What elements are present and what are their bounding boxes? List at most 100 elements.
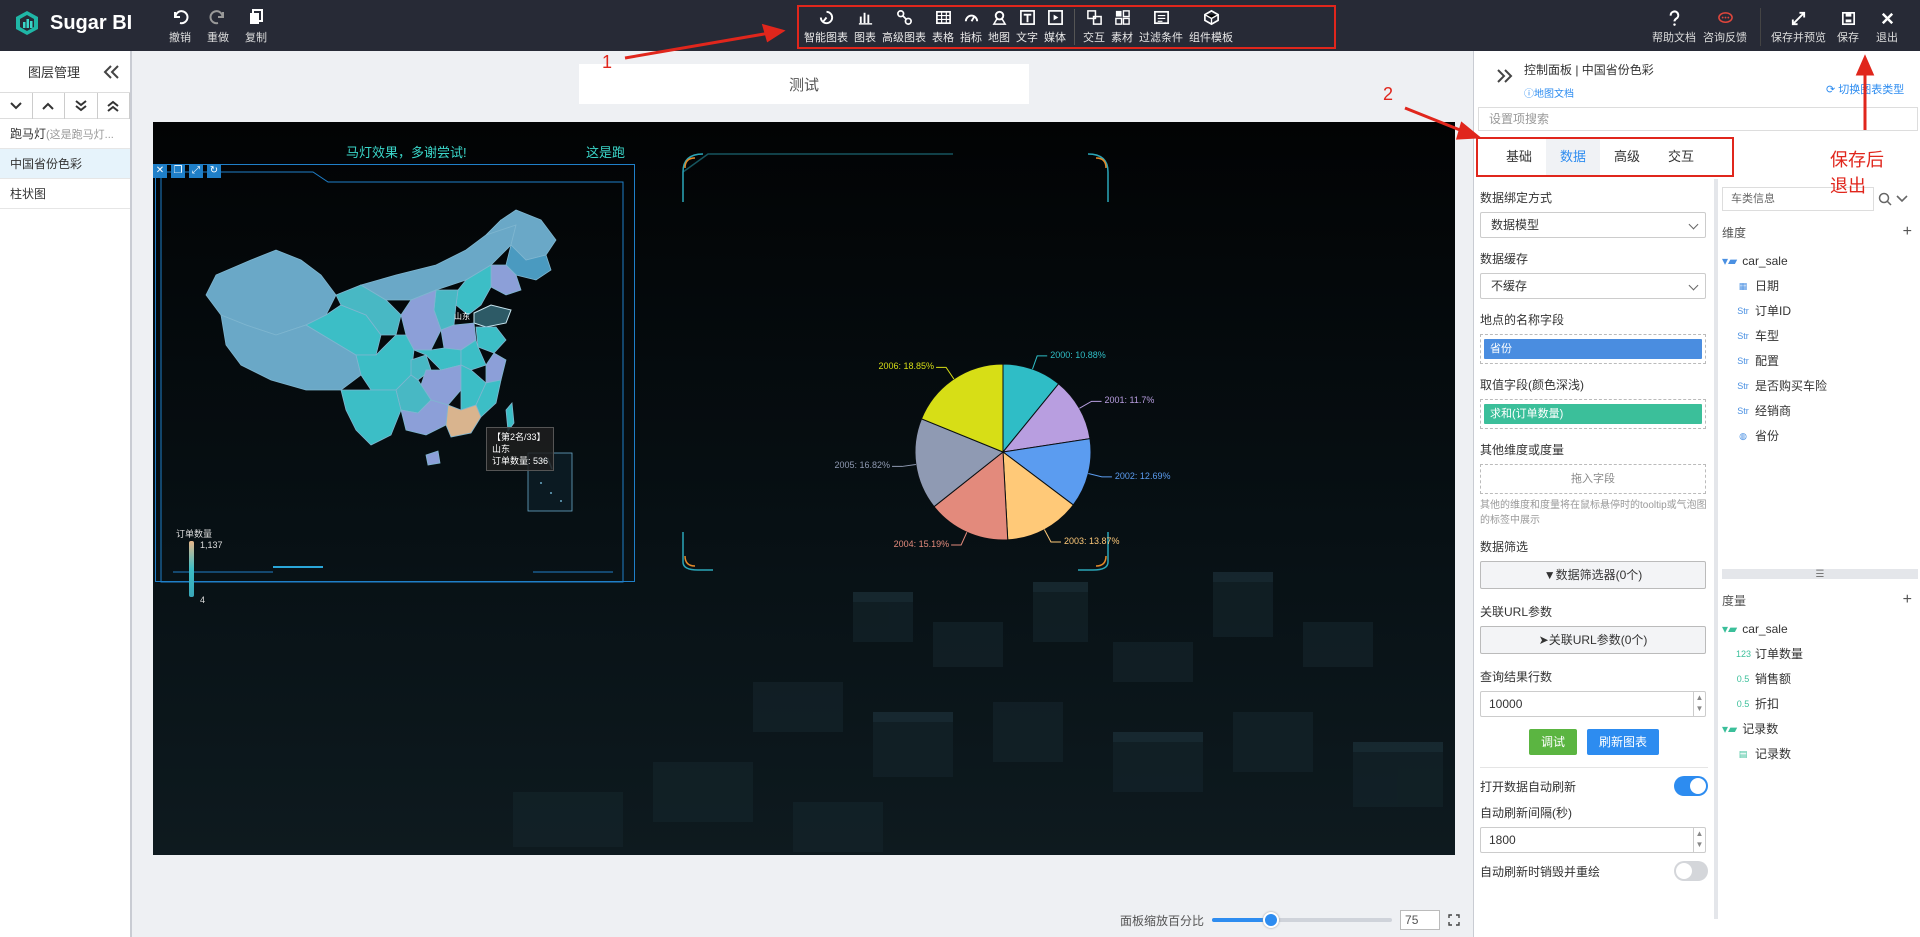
tab-data[interactable]: 数据 (1546, 139, 1601, 175)
measure-table[interactable]: ▾▰ car_sale (1722, 617, 1918, 642)
fullscreen-icon[interactable] (1448, 914, 1460, 926)
measure-item[interactable]: 0.5 折扣 (1722, 692, 1918, 717)
move-top-button[interactable] (98, 93, 130, 119)
save-and-preview-button[interactable]: 保存并预览 (1771, 10, 1826, 45)
widget-close-icon[interactable]: ✕ (153, 164, 167, 178)
layer-item-china-map[interactable]: 中国省份色彩 (0, 149, 130, 179)
annotation-1: 1 (602, 52, 613, 72)
tool-filter[interactable]: 过滤条件 (1139, 9, 1183, 45)
copy-button[interactable]: 复制 (236, 8, 276, 45)
dimension-item[interactable]: Str 订单ID (1722, 299, 1918, 324)
zoom-slider[interactable] (1212, 912, 1393, 928)
dimension-item[interactable]: Str 经销商 (1722, 399, 1918, 424)
save-button[interactable]: 保存 (1837, 10, 1859, 45)
tool-text[interactable]: 文字 (1016, 9, 1038, 45)
move-up-button[interactable] (33, 93, 65, 119)
exit-button[interactable]: 退出 (1876, 10, 1898, 45)
dimension-item[interactable]: ◍ 省份 (1722, 424, 1918, 449)
search-icon[interactable] (1878, 192, 1892, 206)
widget-tools: ✕ ❐ ⤢ ↻ (153, 164, 221, 178)
dimension-section: 维度 + (1722, 223, 1912, 241)
tool-smart-chart[interactable]: 智能图表 (804, 9, 848, 45)
layer-order-buttons (0, 93, 130, 119)
add-measure-icon[interactable]: + (1903, 591, 1912, 609)
location-field-chip[interactable]: 省份 (1484, 339, 1702, 359)
tool-template[interactable]: 组件模板 (1189, 9, 1233, 45)
tool-media[interactable]: 媒体 (1044, 9, 1066, 45)
url-param-label: 关联URL参数 (1480, 605, 1553, 619)
send-icon: ➤ (1538, 633, 1549, 647)
dashboard-canvas[interactable]: 马灯效果，多谢尝试! 这是跑 山东 【第2名/33】 山东 订单数量: 536 … (153, 122, 1455, 855)
layer-item-marquee[interactable]: 跑马灯(这是跑马灯... (0, 119, 130, 149)
add-dimension-icon[interactable]: + (1903, 223, 1912, 241)
china-map-widget[interactable]: 山东 【第2名/33】 山东 订单数量: 536 订单数量 1,137 4 (155, 164, 635, 605)
tool-material[interactable]: 素材 (1111, 9, 1133, 45)
value-dropzone[interactable]: 求和(订单数量) (1480, 399, 1706, 429)
rerender-toggle[interactable] (1674, 861, 1708, 881)
binding-select[interactable]: 数据模型 (1480, 212, 1706, 238)
help-docs-button[interactable]: 帮助文档 (1652, 10, 1696, 45)
zoom-slider-handle[interactable] (1263, 912, 1280, 928)
rows-input[interactable]: 10000 ▲ ▼ (1480, 691, 1706, 717)
debug-button[interactable]: 调试 (1528, 729, 1577, 755)
dimension-item[interactable]: Str 车型 (1722, 324, 1918, 349)
tool-map[interactable]: 地图 (988, 9, 1010, 45)
redo-button[interactable]: 重做 (198, 8, 238, 45)
interval-stepper[interactable]: ▲ ▼ (1693, 828, 1705, 852)
collapse-panel-icon[interactable] (102, 64, 120, 79)
collapse-right-icon[interactable] (1496, 69, 1514, 83)
count-group[interactable]: ▾▰ 记录数 (1722, 717, 1918, 742)
legend-gradient-bar[interactable] (189, 541, 194, 597)
marquee-text-1: 马灯效果，多谢尝试! (346, 145, 467, 160)
measure-item[interactable]: 123 订单数量 (1722, 642, 1918, 667)
auto-refresh-toggle[interactable] (1674, 776, 1708, 796)
url-param-button[interactable]: ➤关联URL参数(0个) (1480, 626, 1706, 654)
value-field-chip[interactable]: 求和(订单数量) (1484, 404, 1702, 424)
tab-advanced[interactable]: 高级 (1600, 139, 1654, 175)
dashboard-title[interactable]: 测试 (579, 64, 1029, 104)
rows-stepper[interactable]: ▲ ▼ (1693, 692, 1705, 716)
tool-advanced-chart[interactable]: 高级图表 (882, 9, 926, 45)
dimension-item[interactable]: Str 是否购买车险 (1722, 374, 1918, 399)
redo-icon (209, 10, 224, 25)
zoom-input[interactable]: 75 (1400, 910, 1441, 930)
tool-chart[interactable]: 图表 (854, 9, 876, 45)
map-doc-link[interactable]: ⓘ地图文档 (1524, 85, 1574, 100)
undo-button[interactable]: 撤销 (160, 8, 200, 45)
tool-table[interactable]: 表格 (932, 9, 954, 45)
tab-basic[interactable]: 基础 (1492, 139, 1546, 175)
annotation-save-exit-1: 保存后 (1830, 150, 1884, 170)
count-item[interactable]: ▤ 记录数 (1722, 742, 1918, 767)
decimal-type-icon: 0.5 (1736, 699, 1750, 709)
settings-search-input[interactable]: 设置项搜索 (1478, 107, 1918, 131)
layer-item-bar-chart[interactable]: 柱状图 (0, 179, 130, 209)
widget-refresh-icon[interactable]: ↻ (207, 164, 221, 178)
cache-select[interactable]: 不缓存 (1480, 273, 1706, 299)
move-bottom-button[interactable] (65, 93, 98, 119)
app-logo[interactable]: Sugar BI (14, 10, 132, 36)
widget-copy-icon[interactable]: ❐ (171, 164, 185, 178)
tool-indicator[interactable]: 指标 (960, 9, 982, 45)
tab-interaction[interactable]: 交互 (1654, 139, 1708, 175)
field-list-splitter[interactable]: ☰ (1722, 569, 1918, 580)
control-panel-title: 控制面板 | 中国省份色彩 (1524, 63, 1654, 77)
feedback-button[interactable]: 咨询反馈 (1703, 10, 1747, 45)
action-buttons: 调试 刷新图表 (1480, 729, 1708, 755)
panel-splitter[interactable] (1714, 179, 1718, 919)
dimension-table[interactable]: ▾▰ car_sale (1722, 249, 1918, 274)
move-down-button[interactable] (0, 93, 33, 119)
measure-item[interactable]: 0.5 销售额 (1722, 667, 1918, 692)
dimension-item[interactable]: ▦ 日期 (1722, 274, 1918, 299)
interval-input[interactable]: 1800 ▲ ▼ (1480, 827, 1706, 853)
chevron-down-icon (10, 102, 22, 110)
switch-chart-type-link[interactable]: ⟳ 切换图表类型 (1826, 81, 1904, 97)
widget-fullscreen-icon[interactable]: ⤢ (189, 164, 203, 178)
location-dropzone[interactable]: 省份 (1480, 334, 1706, 364)
bar-chart-icon (858, 12, 872, 25)
tool-interaction[interactable]: 交互 (1083, 9, 1105, 45)
dimension-item[interactable]: Str 配置 (1722, 349, 1918, 374)
other-fields-dropzone[interactable]: 拖入字段 (1480, 464, 1706, 494)
refresh-chart-button[interactable]: 刷新图表 (1587, 729, 1660, 755)
data-filter-button[interactable]: ▼数据筛选器(0个) (1480, 561, 1706, 589)
chevron-down-icon[interactable] (1896, 194, 1908, 204)
